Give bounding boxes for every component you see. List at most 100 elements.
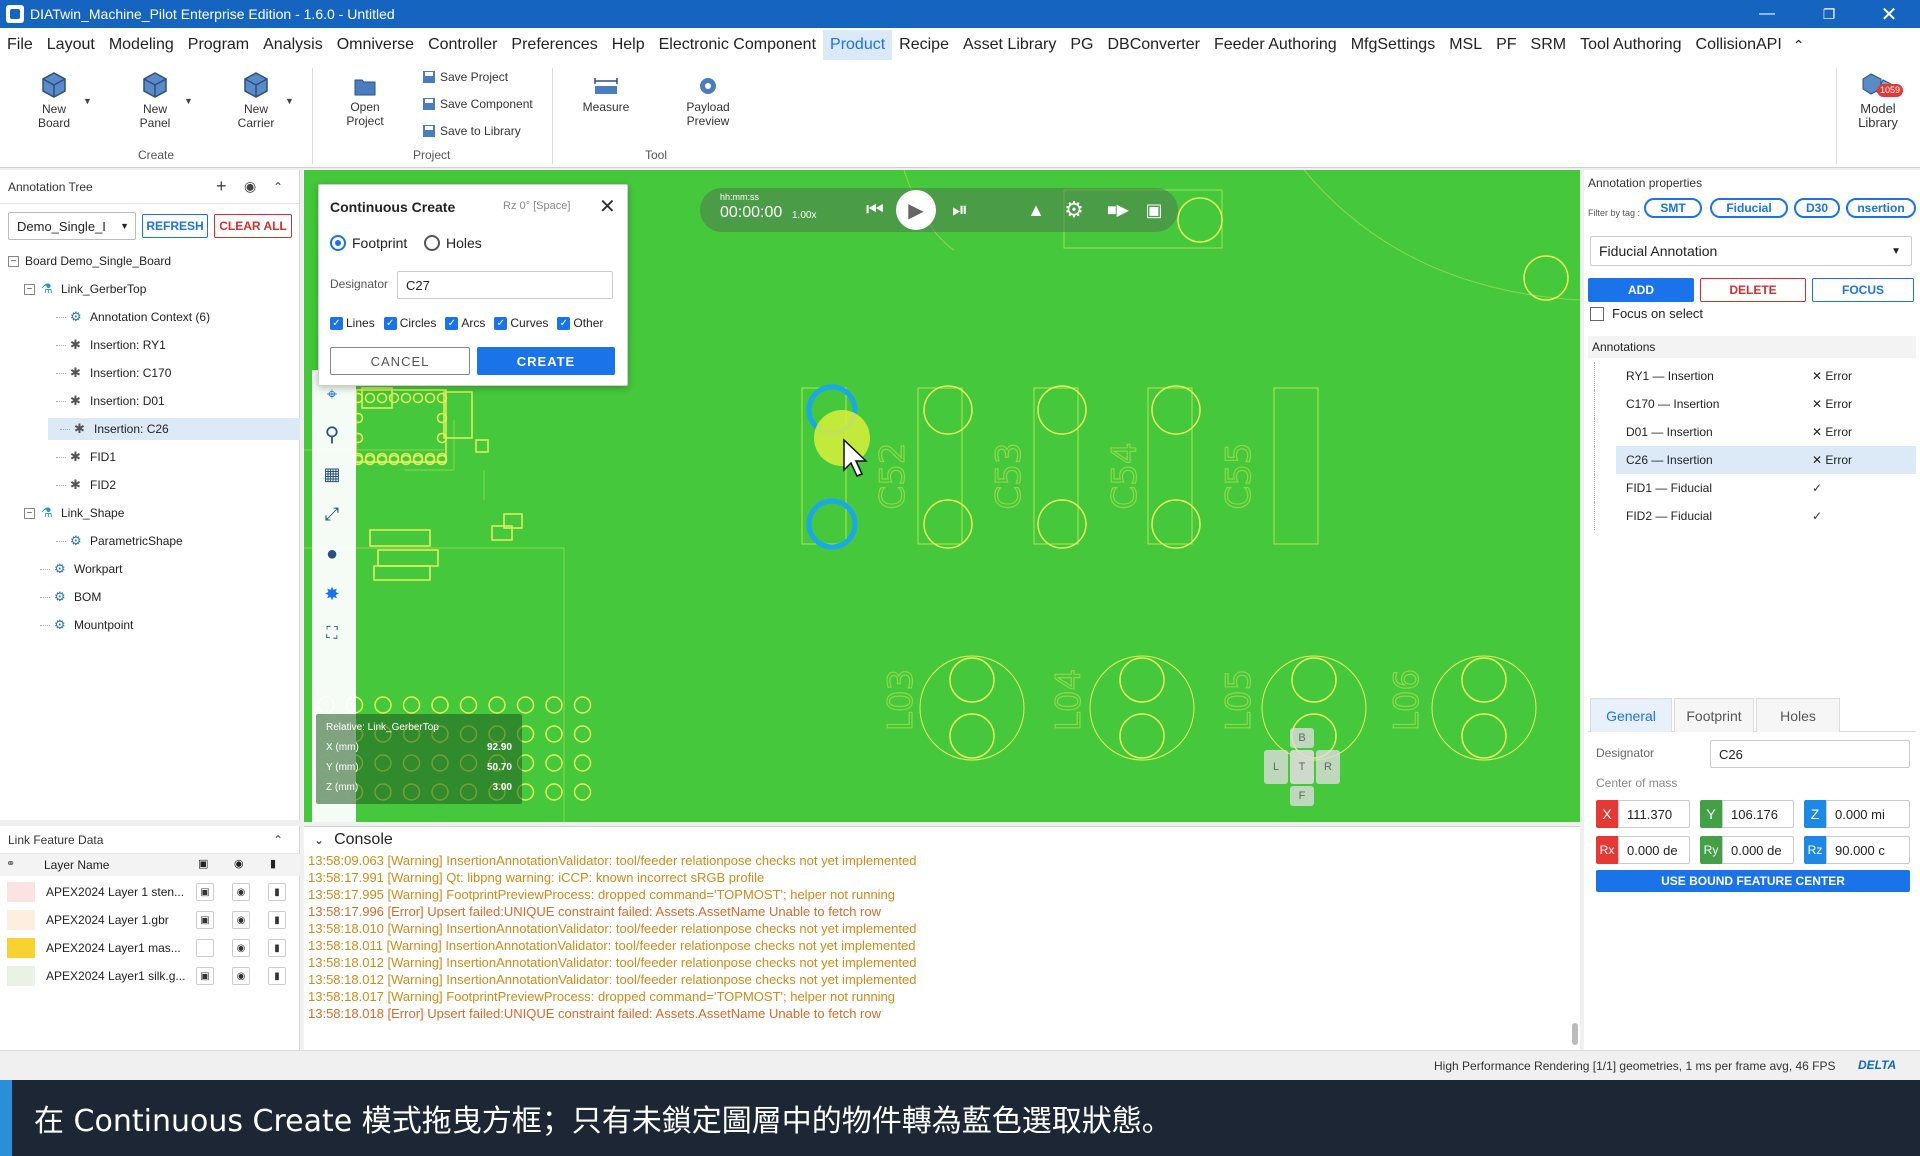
nav-right[interactable]: R [1316, 750, 1340, 784]
layer-color-swatch[interactable] [7, 910, 35, 930]
tree-node-bom[interactable]: ⚙ BOM [0, 586, 300, 608]
orbit-icon[interactable]: ✸ [320, 582, 344, 606]
tree-node-insertion-d01[interactable]: ✱ Insertion: D01 [0, 390, 300, 412]
grid-view-icon[interactable]: ▦ [320, 462, 344, 486]
payload-preview-button[interactable]: Payload Preview [680, 74, 736, 128]
select-icon[interactable] [618, 500, 658, 540]
menu-srm[interactable]: SRM [1524, 30, 1574, 60]
collapse-node-icon[interactable]: − [8, 255, 19, 267]
camera-icon[interactable]: ▣ [1140, 198, 1168, 222]
new-carrier-button[interactable]: New Carrier [232, 70, 280, 130]
collapse-ribbon-icon[interactable]: ⌃ [1793, 37, 1805, 54]
menu-file[interactable]: File [0, 30, 40, 60]
tree-node-mountpoint[interactable]: ⚙ Mountpoint [0, 614, 300, 636]
menu-product[interactable]: Product [823, 30, 893, 60]
menu-pf[interactable]: PF [1489, 30, 1523, 60]
filter-curves-checkbox[interactable]: ✓ Curves [494, 316, 548, 330]
model-library-button[interactable]: 1059 Model Library [1850, 70, 1906, 130]
measure-button[interactable]: Measure [578, 74, 634, 114]
globe-icon[interactable]: ● [320, 542, 344, 566]
layer-row[interactable]: APEX2024 Layer 1.gbr ▣ ◉ ▮ [0, 906, 300, 934]
nav-front[interactable]: F [1290, 786, 1314, 806]
tree-node-link-shape[interactable]: − ⚗ Link_Shape [0, 502, 300, 524]
nav-left[interactable]: L [1264, 750, 1288, 784]
tree-node-annotation-context-6[interactable]: ⚙ Annotation Context (6) [0, 306, 300, 328]
rx-field[interactable]: 0.000 de [1618, 836, 1690, 864]
menu-recipe[interactable]: Recipe [892, 30, 956, 60]
menu-program[interactable]: Program [181, 30, 256, 60]
tag-fiducial[interactable]: Fiducial [1710, 198, 1788, 218]
tree-node-insertion-c170[interactable]: ✱ Insertion: C170 [0, 362, 300, 384]
save-project-button[interactable]: Save Project [422, 70, 508, 84]
annotation-row[interactable]: FID2 — Fiducial ✓ [1588, 502, 1914, 530]
tree-node-workpart[interactable]: ⚙ Workpart [0, 558, 300, 580]
menu-msl[interactable]: MSL [1442, 30, 1489, 60]
designator-field[interactable]: C26 [1710, 740, 1910, 768]
use-bound-feature-center-button[interactable]: USE BOUND FEATURE CENTER [1596, 870, 1910, 892]
menu-omniverse[interactable]: Omniverse [330, 30, 421, 60]
tab-general[interactable]: General [1590, 698, 1672, 732]
tree-node-board-demo-single-board[interactable]: − Board Demo_Single_Board [0, 250, 300, 272]
menu-asset-library[interactable]: Asset Library [956, 30, 1063, 60]
collapse-node-icon[interactable]: − [24, 507, 35, 519]
tab-footprint[interactable]: Footprint [1674, 698, 1754, 732]
menu-layout[interactable]: Layout [40, 30, 102, 60]
chevron-down-icon[interactable]: ▼ [83, 96, 92, 106]
trash-icon[interactable]: ▮ [268, 883, 286, 901]
layer-row[interactable]: APEX2024 Layer1 silk.g... ▣ ◉ ▮ [0, 962, 300, 990]
filter-circles-checkbox[interactable]: ✓ Circles [383, 316, 436, 330]
new-board-button[interactable]: New Board [30, 70, 78, 130]
refresh-button[interactable]: REFRESH [142, 214, 208, 238]
eye-icon[interactable]: ◉ [232, 883, 250, 901]
nav-back[interactable]: B [1290, 728, 1314, 748]
menu-controller[interactable]: Controller [421, 30, 504, 60]
create-button[interactable]: CREATE [477, 347, 615, 375]
layer-row[interactable]: APEX2024 Layer1 mas... ◉ ▮ [0, 934, 300, 962]
chevron-up-icon[interactable]: ⌃ [273, 833, 283, 847]
menu-mfgsettings[interactable]: MfgSettings [1344, 30, 1442, 60]
tag-d30[interactable]: D30 [1794, 198, 1840, 218]
eye-icon[interactable]: ◉ [232, 939, 250, 957]
menu-dbconverter[interactable]: DBConverter [1100, 30, 1206, 60]
board-select[interactable]: Demo_Single_I ▼ [8, 212, 136, 240]
footprint-radio[interactable]: Footprint [330, 235, 407, 251]
delete-button[interactable]: DELETE [1700, 278, 1806, 302]
annotation-row[interactable]: C26 — Insertion ✕ Error [1594, 446, 1916, 474]
menu-help[interactable]: Help [605, 30, 652, 60]
new-panel-button[interactable]: New Panel [131, 70, 179, 130]
save-to-library-button[interactable]: Save to Library [422, 124, 521, 138]
layer-color-swatch[interactable] [7, 966, 35, 986]
nav-top[interactable]: T [1290, 750, 1314, 784]
ry-field[interactable]: 0.000 de [1722, 836, 1794, 864]
play-icon[interactable]: ▶ [896, 190, 936, 230]
eye-icon[interactable]: ◉ [232, 967, 250, 985]
cancel-button[interactable]: CANCEL [330, 347, 470, 375]
axes-icon[interactable]: ⤢ [320, 502, 344, 526]
tag-smt[interactable]: SMT [1644, 198, 1702, 218]
nav-cube[interactable]: B L T R F [1264, 728, 1340, 810]
annotation-row[interactable]: FID1 — Fiducial ✓ [1588, 474, 1914, 502]
menu-collisionapi[interactable]: CollisionAPI [1689, 30, 1789, 60]
minimize-icon[interactable]: — [1744, 0, 1790, 28]
focus-on-select-checkbox[interactable]: Focus on select [1590, 306, 1703, 321]
filter-other-checkbox[interactable]: ✓ Other [557, 316, 603, 330]
holes-radio[interactable]: Holes [424, 235, 482, 251]
trash-icon[interactable]: ▮ [268, 967, 286, 985]
menu-modeling[interactable]: Modeling [102, 30, 181, 60]
collapse-node-icon[interactable]: − [24, 283, 35, 295]
designator-input[interactable]: C27 [397, 271, 613, 299]
chevron-down-icon[interactable]: ▼ [184, 96, 193, 106]
trash-icon[interactable]: ▮ [268, 911, 286, 929]
tree-node-fid2[interactable]: ✱ FID2 [0, 474, 300, 496]
save-component-button[interactable]: Save Component [422, 97, 533, 111]
annotation-row[interactable]: C170 — Insertion ✕ Error [1588, 390, 1914, 418]
lock-icon[interactable]: ▣ [196, 967, 214, 985]
filter-lines-checkbox[interactable]: ✓ Lines [330, 316, 375, 330]
menu-feeder-authoring[interactable]: Feeder Authoring [1207, 30, 1344, 60]
clear-all-button[interactable]: CLEAR ALL [214, 214, 292, 238]
plus-icon[interactable]: + [216, 176, 227, 197]
annotation-row[interactable]: RY1 — Insertion ✕ Error [1588, 362, 1914, 390]
tree-node-fid1[interactable]: ✱ FID1 [0, 446, 300, 468]
console-scrollbar[interactable] [1572, 1023, 1578, 1045]
focus-button[interactable]: FOCUS [1812, 278, 1914, 302]
